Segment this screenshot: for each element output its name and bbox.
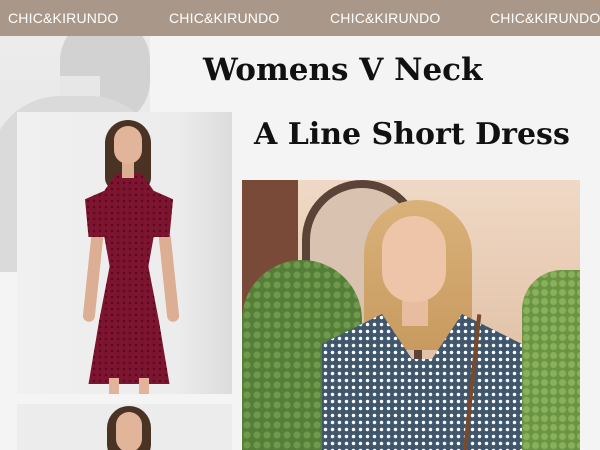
product-photo-burgundy bbox=[17, 112, 232, 394]
product-title-line-1: Womens V Neck bbox=[203, 52, 483, 88]
product-photo-portrait bbox=[17, 404, 232, 450]
product-title-line-2: A Line Short Dress bbox=[254, 117, 570, 152]
brand-name: CHIC&KIRUNDO bbox=[8, 10, 119, 26]
brand-name: CHIC&KIRUNDO bbox=[330, 10, 441, 26]
brand-name: CHIC&KIRUNDO bbox=[490, 10, 600, 26]
product-photo-floral bbox=[242, 180, 580, 450]
brand-banner: CHIC&KIRUNDO CHIC&KIRUNDO CHIC&KIRUNDO C… bbox=[0, 0, 600, 36]
brand-name: CHIC&KIRUNDO bbox=[169, 10, 280, 26]
